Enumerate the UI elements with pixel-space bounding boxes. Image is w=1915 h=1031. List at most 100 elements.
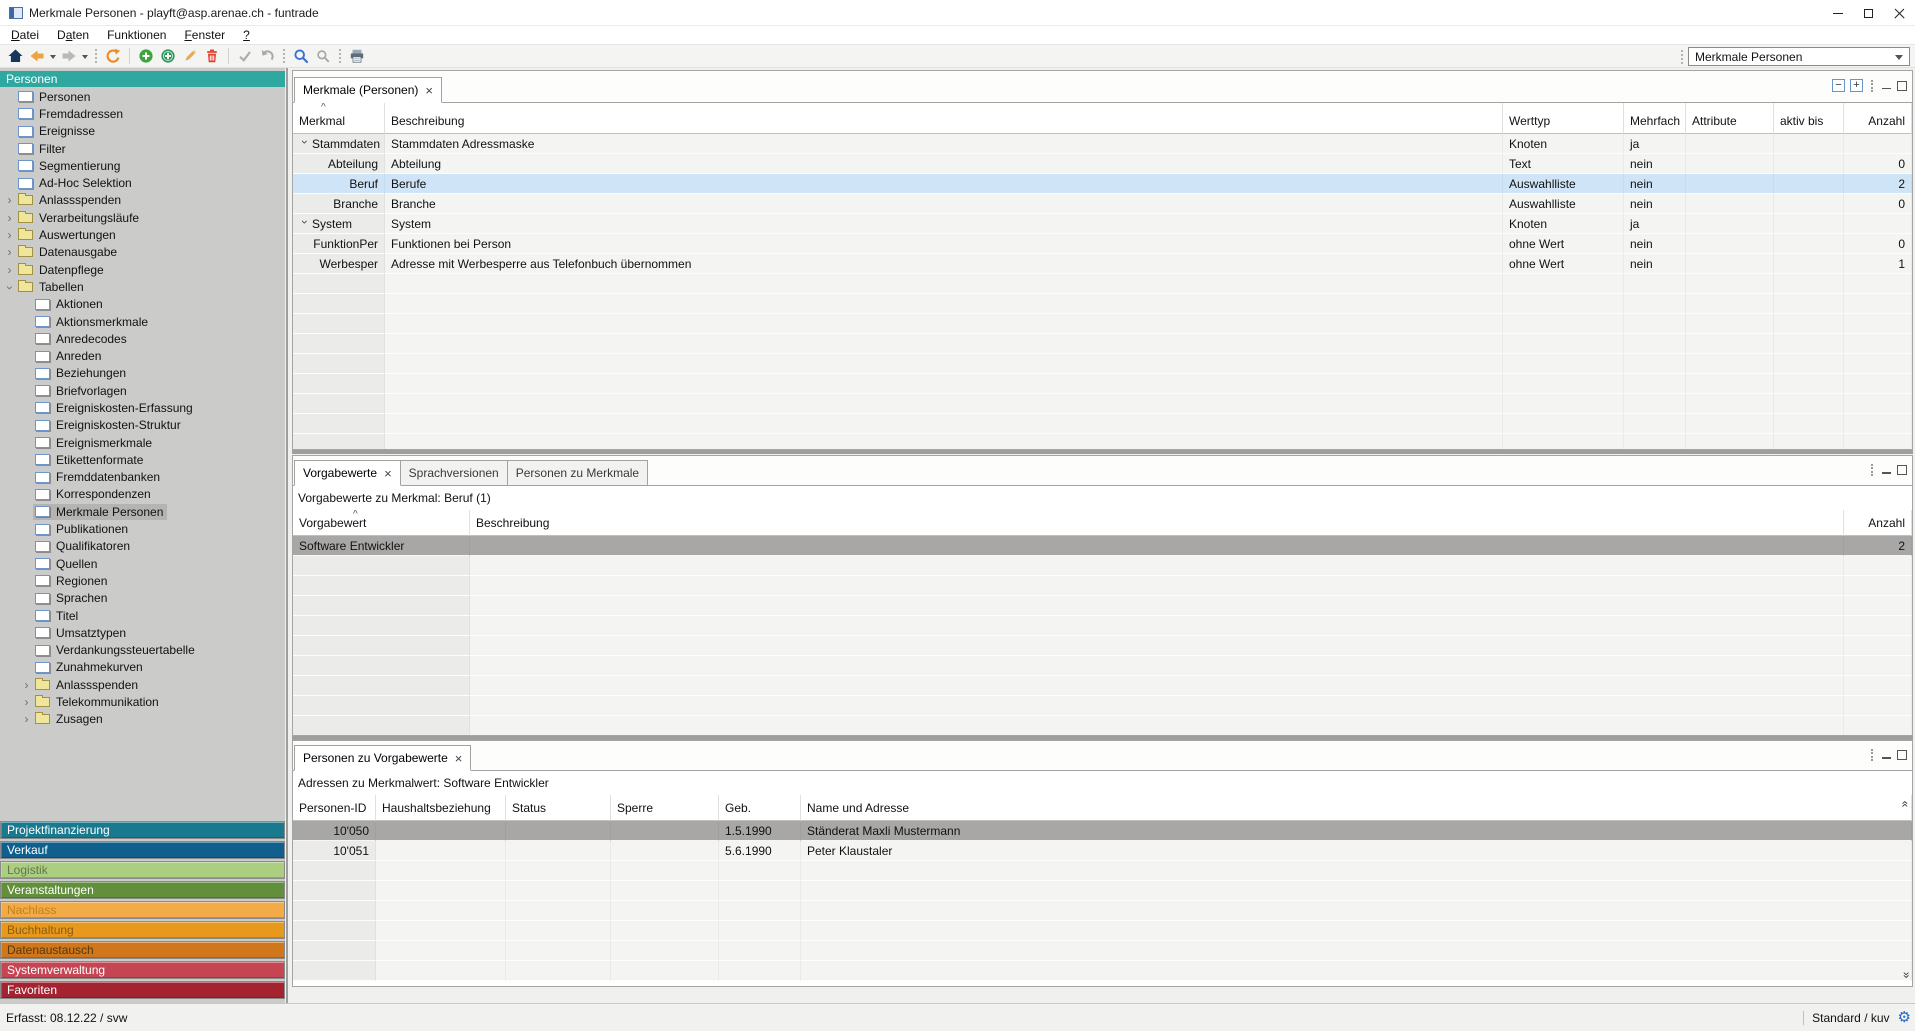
module-datenaustausch[interactable]: Datenaustausch: [0, 941, 285, 959]
column-header-merkmal[interactable]: Merkmal^: [293, 103, 385, 134]
person-row-10-051[interactable]: 10'0515.6.1990Peter Klaustaler: [293, 841, 1912, 861]
back-icon[interactable]: [27, 46, 47, 66]
panel-maximize-icon[interactable]: [1897, 750, 1907, 760]
module-systemverwaltung[interactable]: Systemverwaltung: [0, 961, 285, 979]
forward-history-icon[interactable]: [80, 46, 90, 66]
sidebar-item-fremddatenbanken[interactable]: ›Fremddatenbanken: [0, 469, 285, 486]
merkmal-row-werbesper[interactable]: WerbesperAdresse mit Werbesperre aus Tel…: [293, 254, 1912, 274]
column-header-sperre[interactable]: Sperre: [611, 795, 719, 821]
column-header-geb[interactable]: Geb.: [719, 795, 801, 821]
sidebar-item-personen[interactable]: ›Personen: [0, 88, 285, 105]
column-header-vorgabewert[interactable]: Vorgabewert^: [293, 510, 470, 536]
sidebar-item-datenausgabe[interactable]: ›Datenausgabe: [0, 244, 285, 261]
sidebar-item-merkmale-personen[interactable]: ›Merkmale Personen: [0, 503, 285, 520]
merkmal-row-beruf[interactable]: BerufBerufeAuswahllistenein2: [293, 174, 1912, 194]
column-header-status[interactable]: Status: [506, 795, 611, 821]
sidebar-item-aktionen[interactable]: ›Aktionen: [0, 296, 285, 313]
expander-icon[interactable]: ›: [3, 263, 16, 277]
module-buchhaltung[interactable]: Buchhaltung: [0, 921, 285, 939]
search-icon[interactable]: [291, 46, 311, 66]
add-linked-icon[interactable]: [158, 46, 178, 66]
sidebar-item-auswertungen[interactable]: ›Auswertungen: [0, 226, 285, 243]
module-projektfinanzierung[interactable]: Projektfinanzierung: [0, 821, 285, 839]
home-icon[interactable]: [5, 46, 25, 66]
sidebar-item-ereignismerkmale[interactable]: ›Ereignismerkmale: [0, 434, 285, 451]
sidebar-item-anreden[interactable]: ›Anreden: [0, 347, 285, 364]
menu-item-daten[interactable]: Daten: [48, 27, 98, 43]
expander-icon[interactable]: ›: [20, 678, 33, 692]
sidebar-item-ereigniskosten-struktur[interactable]: ›Ereigniskosten-Struktur: [0, 417, 285, 434]
sidebar-item-segmentierung[interactable]: ›Segmentierung: [0, 157, 285, 174]
print-icon[interactable]: [347, 46, 367, 66]
expander-icon[interactable]: ›: [3, 193, 16, 207]
expander-icon[interactable]: ›: [3, 211, 16, 225]
expander-icon[interactable]: ›: [20, 712, 33, 726]
vorgabewert-row-software-entwickler[interactable]: Software Entwickler2: [293, 536, 1912, 556]
confirm-icon[interactable]: [235, 46, 255, 66]
sidebar-item-anredecodes[interactable]: ›Anredecodes: [0, 330, 285, 347]
expander-icon[interactable]: ›: [3, 245, 16, 259]
merkmal-row-funktionper[interactable]: FunktionPerFunktionen bei Personohne Wer…: [293, 234, 1912, 254]
edit-icon[interactable]: [180, 46, 200, 66]
sidebar-item-anlassspenden[interactable]: ›Anlassspenden: [0, 676, 285, 693]
scroll-to-first-icon[interactable]: «: [1901, 801, 1911, 808]
column-header-werttyp[interactable]: Werttyp: [1503, 103, 1624, 134]
sidebar-item-regionen[interactable]: ›Regionen: [0, 572, 285, 589]
sidebar-item-sprachen[interactable]: ›Sprachen: [0, 590, 285, 607]
search-secondary-icon[interactable]: [313, 46, 333, 66]
column-header-anzahl[interactable]: Anzahl: [1844, 103, 1912, 134]
sidebar-item-publikationen[interactable]: ›Publikationen: [0, 520, 285, 537]
panel-minimize-icon[interactable]: [1881, 465, 1892, 476]
sidebar-item-verdankungssteuertabelle[interactable]: ›Verdankungssteuertabelle: [0, 642, 285, 659]
sidebar-splitter[interactable]: [286, 68, 288, 1003]
sidebar-item-beziehungen[interactable]: ›Beziehungen: [0, 365, 285, 382]
expander-icon[interactable]: ›: [3, 228, 16, 242]
window-maximize-button[interactable]: [1853, 0, 1884, 26]
tab-close-icon[interactable]: ×: [384, 467, 392, 480]
module-veranstaltungen[interactable]: Veranstaltungen: [0, 881, 285, 899]
sidebar-item-tabellen[interactable]: ›Tabellen: [0, 278, 285, 295]
sidebar-item-briefvorlagen[interactable]: ›Briefvorlagen: [0, 382, 285, 399]
module-favoriten[interactable]: Favoriten: [0, 981, 285, 999]
column-header-name-und-adresse[interactable]: Name und Adresse: [801, 795, 1912, 821]
scroll-to-last-icon[interactable]: «: [1901, 972, 1911, 979]
sidebar-item-zunahmekurven[interactable]: ›Zunahmekurven: [0, 659, 285, 676]
column-header-beschreibung[interactable]: Beschreibung: [470, 510, 1844, 536]
refresh-icon[interactable]: [103, 46, 123, 66]
view-selector[interactable]: Merkmale Personen: [1688, 47, 1910, 66]
sidebar-item-datenpflege[interactable]: ›Datenpflege: [0, 261, 285, 278]
menu-item-?[interactable]: ?: [234, 27, 259, 43]
column-header-aktiv-bis[interactable]: aktiv bis: [1774, 103, 1844, 134]
sidebar-item-umsatztypen[interactable]: ›Umsatztypen: [0, 624, 285, 641]
panel-minimize-icon[interactable]: [1881, 80, 1892, 91]
tab-close-icon[interactable]: ×: [455, 752, 463, 765]
tab-sprachversionen[interactable]: Sprachversionen: [401, 460, 508, 486]
merkmal-row-system[interactable]: ›SystemSystemKnotenja: [293, 214, 1912, 234]
sidebar-item-korrespondenzen[interactable]: ›Korrespondenzen: [0, 486, 285, 503]
sidebar-item-quellen[interactable]: ›Quellen: [0, 555, 285, 572]
panel-maximize-icon[interactable]: [1897, 81, 1907, 91]
person-row-10-050[interactable]: 10'0501.5.1990Ständerat Maxli Mustermann: [293, 821, 1912, 841]
collapse-all-button[interactable]: −: [1832, 79, 1845, 92]
delete-icon[interactable]: [202, 46, 222, 66]
forward-icon[interactable]: [59, 46, 79, 66]
tab-personen-zu-merkmale[interactable]: Personen zu Merkmale: [508, 460, 648, 486]
panel-minimize-icon[interactable]: [1881, 750, 1892, 761]
undo-icon[interactable]: [257, 46, 277, 66]
menu-item-fenster[interactable]: Fenster: [175, 27, 234, 43]
column-header-mehrfach[interactable]: Mehrfach: [1624, 103, 1686, 134]
sidebar-item-ereignisse[interactable]: ›Ereignisse: [0, 123, 285, 140]
sidebar-item-ereigniskosten-erfassung[interactable]: ›Ereigniskosten-Erfassung: [0, 399, 285, 416]
module-logistik[interactable]: Logistik: [0, 861, 285, 879]
column-header-attribute[interactable]: Attribute: [1686, 103, 1774, 134]
expand-all-button[interactable]: +: [1850, 79, 1863, 92]
column-header-beschreibung[interactable]: Beschreibung: [385, 103, 1503, 134]
sidebar-item-aktionsmerkmale[interactable]: ›Aktionsmerkmale: [0, 313, 285, 330]
expander-icon[interactable]: ›: [20, 695, 33, 709]
menu-item-funktionen[interactable]: Funktionen: [98, 27, 175, 43]
sidebar-item-telekommunikation[interactable]: ›Telekommunikation: [0, 693, 285, 710]
module-verkauf[interactable]: Verkauf: [0, 841, 285, 859]
column-header-anzahl[interactable]: Anzahl: [1844, 510, 1912, 536]
window-minimize-button[interactable]: [1822, 0, 1853, 26]
module-nachlass[interactable]: Nachlass: [0, 901, 285, 919]
